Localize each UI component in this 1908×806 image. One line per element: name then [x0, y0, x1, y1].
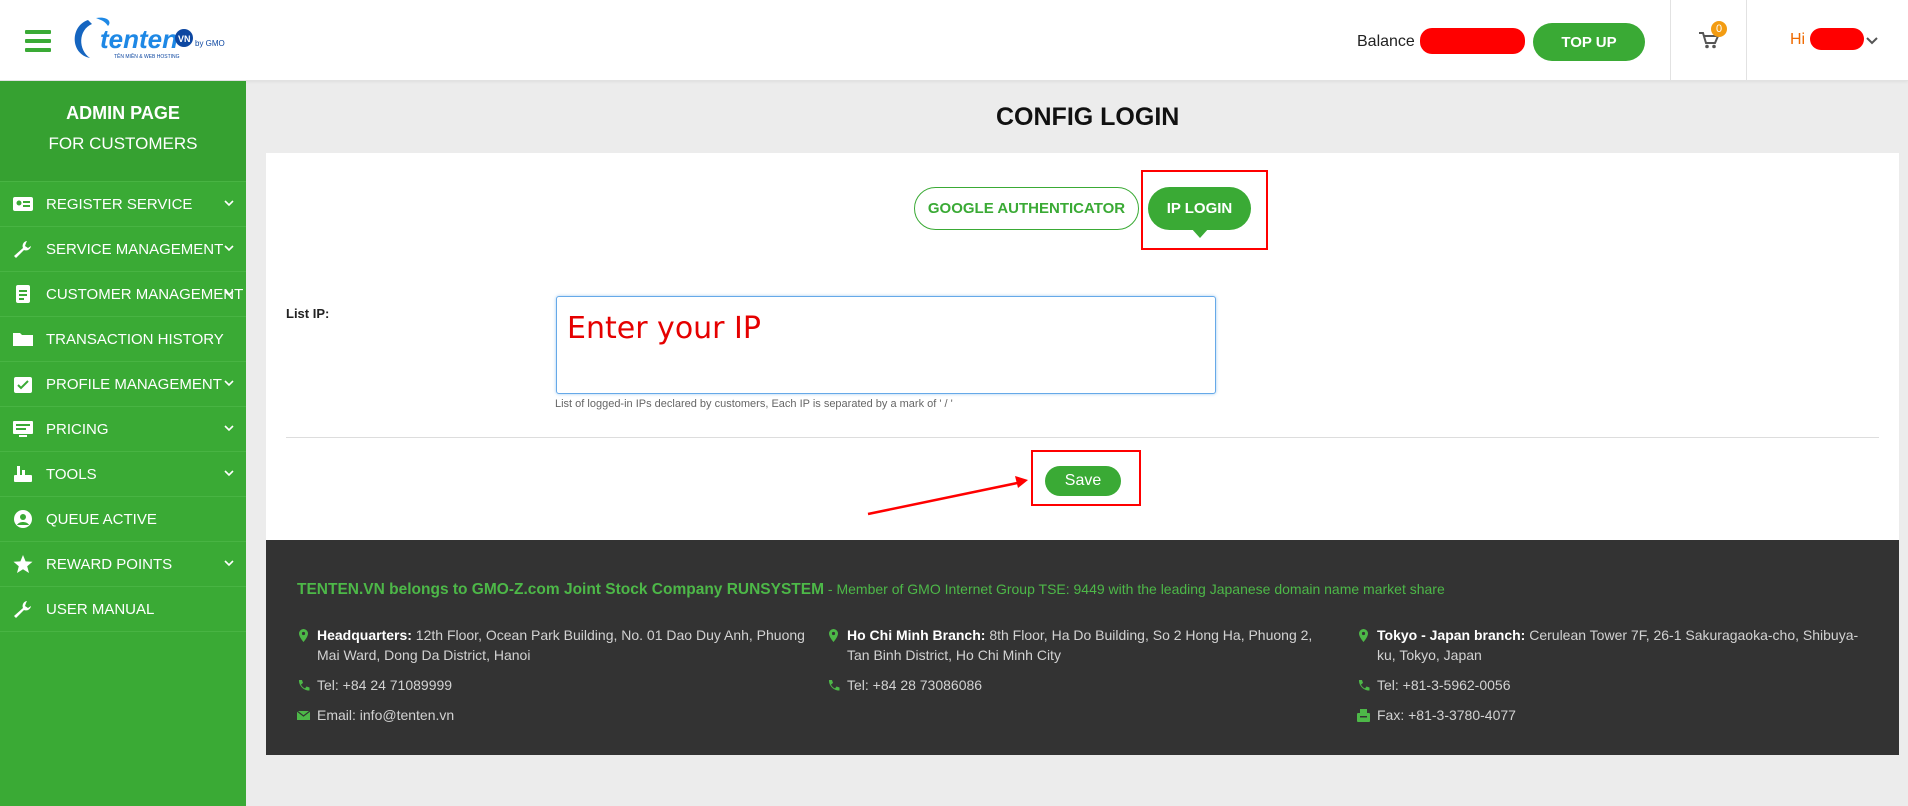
sidebar-item-transaction-history[interactable]: TRANSACTION HISTORY — [0, 317, 246, 362]
svg-text:by GMO: by GMO — [195, 39, 225, 48]
footer-address: Tokyo - Japan branch: Cerulean Tower 7F,… — [1357, 625, 1867, 665]
list-ip-textarea[interactable]: Enter your IP — [556, 296, 1216, 394]
sidebar-item-label: QUEUE ACTIVE — [46, 510, 157, 528]
chevron-down-icon — [224, 470, 234, 477]
cart-count-badge: 0 — [1711, 21, 1727, 37]
form-divider — [286, 437, 1879, 438]
footer: TENTEN.VN belongs to GMO-Z.com Joint Sto… — [266, 540, 1899, 755]
footer-phone-text[interactable]: Tel: +81-3-5962-0056 — [1377, 677, 1511, 693]
hamburger-menu-icon[interactable] — [25, 30, 51, 52]
balance-label: Balance : — [1357, 33, 1424, 50]
sidebar-item-reward-points[interactable]: REWARD POINTS — [0, 542, 246, 587]
id-card-icon — [13, 197, 33, 211]
annotation-arrow-icon — [867, 476, 1028, 516]
sidebar-item-customer-management[interactable]: CUSTOMER MANAGEMENT — [0, 272, 246, 317]
phone-icon — [1358, 680, 1370, 691]
map-marker-icon — [299, 629, 308, 642]
footer-phone-text[interactable]: Tel: +84 24 71089999 — [317, 677, 452, 693]
wrench-icon — [14, 241, 31, 258]
footer-address-title: Ho Chi Minh Branch: — [847, 627, 986, 643]
sidebar: ADMIN PAGE FOR CUSTOMERS REGISTER SERVIC… — [0, 81, 246, 806]
envelope-icon — [297, 710, 310, 720]
footer-phone: Tel: +84 24 71089999 — [297, 675, 807, 695]
svg-text:VN: VN — [178, 34, 191, 44]
sidebar-item-label: SERVICE MANAGEMENT — [46, 240, 224, 258]
footer-email-text[interactable]: Email: info@tenten.vn — [317, 707, 454, 723]
page-title: CONFIG LOGIN — [996, 103, 1180, 131]
header-divider — [1670, 0, 1671, 81]
phone-icon — [298, 680, 310, 691]
chevron-down-icon — [224, 290, 234, 297]
footer-phone-text[interactable]: Tel: +84 28 73086086 — [847, 677, 982, 693]
sidebar-item-register-service[interactable]: REGISTER SERVICE — [0, 182, 246, 227]
tab-google-authenticator[interactable]: GOOGLE AUTHENTICATOR — [914, 187, 1139, 230]
username-redacted[interactable] — [1810, 28, 1864, 50]
folder-icon — [13, 333, 33, 346]
chevron-down-icon — [224, 560, 234, 567]
footer-phone: Tel: +84 28 73086086 — [827, 675, 1337, 695]
footer-column-hcm-branch: Ho Chi Minh Branch: 8th Floor, Ha Do Bui… — [827, 625, 1337, 705]
footer-fax: Fax: +81-3-3780-4077 — [1357, 705, 1867, 725]
sidebar-item-label: TRANSACTION HISTORY — [46, 330, 224, 348]
wrench-icon — [14, 601, 31, 618]
tenten-logo[interactable]: tenten VN by GMO TÊN MIỀN & WEB HOSTING — [68, 14, 268, 64]
footer-address-title: Headquarters: — [317, 627, 412, 643]
sidebar-item-label: REWARD POINTS — [46, 555, 173, 573]
sidebar-item-label: PRICING — [46, 420, 109, 438]
sidebar-item-pricing[interactable]: PRICING — [0, 407, 246, 452]
svg-text:TÊN MIỀN & WEB HOSTING: TÊN MIỀN & WEB HOSTING — [114, 52, 180, 60]
sidebar-item-profile-management[interactable]: PROFILE MANAGEMENT — [0, 362, 246, 407]
sidebar-item-label: PROFILE MANAGEMENT — [46, 375, 222, 393]
sidebar-item-service-management[interactable]: SERVICE MANAGEMENT — [0, 227, 246, 272]
annotation-highlight-box — [1141, 170, 1268, 250]
footer-company-line: TENTEN.VN belongs to GMO-Z.com Joint Sto… — [297, 581, 1445, 599]
footer-company-desc: - Member of GMO Internet Group TSE: 9449… — [824, 581, 1445, 597]
map-marker-icon — [829, 629, 838, 642]
tools-icon — [14, 466, 32, 482]
footer-column-tokyo-branch: Tokyo - Japan branch: Cerulean Tower 7F,… — [1357, 625, 1867, 735]
sidebar-subtitle: FOR CUSTOMERS — [48, 134, 198, 153]
footer-address-title: Tokyo - Japan branch: — [1377, 627, 1526, 643]
footer-company-name: TENTEN.VN belongs to GMO-Z.com Joint Sto… — [297, 581, 825, 598]
chevron-down-icon — [224, 245, 234, 252]
chevron-down-icon — [224, 380, 234, 387]
chevron-down-icon — [224, 425, 234, 432]
user-circle-icon — [14, 510, 32, 528]
header-divider — [1746, 0, 1747, 81]
sidebar-header: ADMIN PAGE FOR CUSTOMERS — [0, 81, 246, 182]
footer-phone: Tel: +81-3-5962-0056 — [1357, 675, 1867, 695]
svg-text:tenten: tenten — [100, 24, 178, 54]
user-greeting[interactable]: Hi — [1790, 31, 1805, 49]
monitor-icon — [13, 421, 33, 437]
fax-icon — [1357, 709, 1370, 722]
list-ip-help-text: List of logged-in IPs declared by custom… — [555, 398, 953, 410]
footer-address: Headquarters: 12th Floor, Ocean Park Bui… — [297, 625, 807, 665]
sidebar-item-label: CUSTOMER MANAGEMENT — [46, 285, 244, 303]
footer-address: Ho Chi Minh Branch: 8th Floor, Ha Do Bui… — [827, 625, 1337, 665]
sidebar-title: ADMIN PAGE — [66, 103, 180, 123]
list-ip-label: List IP: — [286, 306, 330, 321]
footer-email: Email: info@tenten.vn — [297, 705, 807, 725]
top-header: tenten VN by GMO TÊN MIỀN & WEB HOSTING … — [0, 0, 1908, 81]
chevron-down-icon[interactable] — [1866, 36, 1878, 46]
map-marker-icon — [1359, 629, 1368, 642]
footer-column-headquarters: Headquarters: 12th Floor, Ocean Park Bui… — [297, 625, 807, 735]
top-up-button[interactable]: TOP UP — [1533, 23, 1645, 61]
phone-icon — [828, 680, 840, 691]
sidebar-item-queue-active[interactable]: QUEUE ACTIVE — [0, 497, 246, 542]
balance-value-redacted — [1420, 28, 1525, 54]
sidebar-item-user-manual[interactable]: USER MANUAL — [0, 587, 246, 632]
footer-fax-text: Fax: +81-3-3780-4077 — [1377, 707, 1516, 723]
calendar-check-icon — [14, 377, 32, 393]
chevron-down-icon — [224, 200, 234, 207]
annotation-highlight-box — [1031, 450, 1141, 506]
document-icon — [16, 285, 30, 303]
sidebar-item-label: USER MANUAL — [46, 600, 155, 618]
sidebar-item-label: REGISTER SERVICE — [46, 195, 193, 213]
star-icon — [13, 555, 33, 573]
sidebar-item-label: TOOLS — [46, 465, 97, 483]
sidebar-item-tools[interactable]: TOOLS — [0, 452, 246, 497]
